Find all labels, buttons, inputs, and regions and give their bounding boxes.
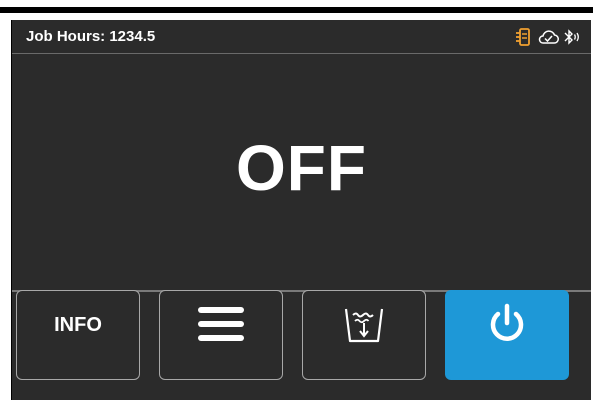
- power-button[interactable]: [445, 290, 569, 380]
- drain-button[interactable]: [302, 290, 426, 380]
- hamburger-menu-icon: [198, 307, 244, 341]
- info-button[interactable]: INFO: [16, 290, 140, 380]
- job-hours-label: Job Hours: 1234.5: [26, 28, 156, 45]
- bluetooth-icon: [563, 28, 581, 46]
- device-screen: Job Hours: 1234.5 OFF INFO: [0, 0, 593, 400]
- filter-status-icon: [515, 27, 533, 47]
- main-status-area: OFF: [12, 54, 591, 292]
- cloud-check-icon: [537, 28, 559, 46]
- menu-button[interactable]: [159, 290, 283, 380]
- status-icons: [515, 27, 581, 47]
- power-state-text: OFF: [236, 132, 367, 204]
- top-rule: [0, 7, 593, 13]
- drain-basin-icon: [344, 308, 384, 343]
- info-button-label: INFO: [54, 313, 102, 336]
- power-icon: [490, 303, 524, 341]
- status-bar: Job Hours: 1234.5: [12, 20, 591, 54]
